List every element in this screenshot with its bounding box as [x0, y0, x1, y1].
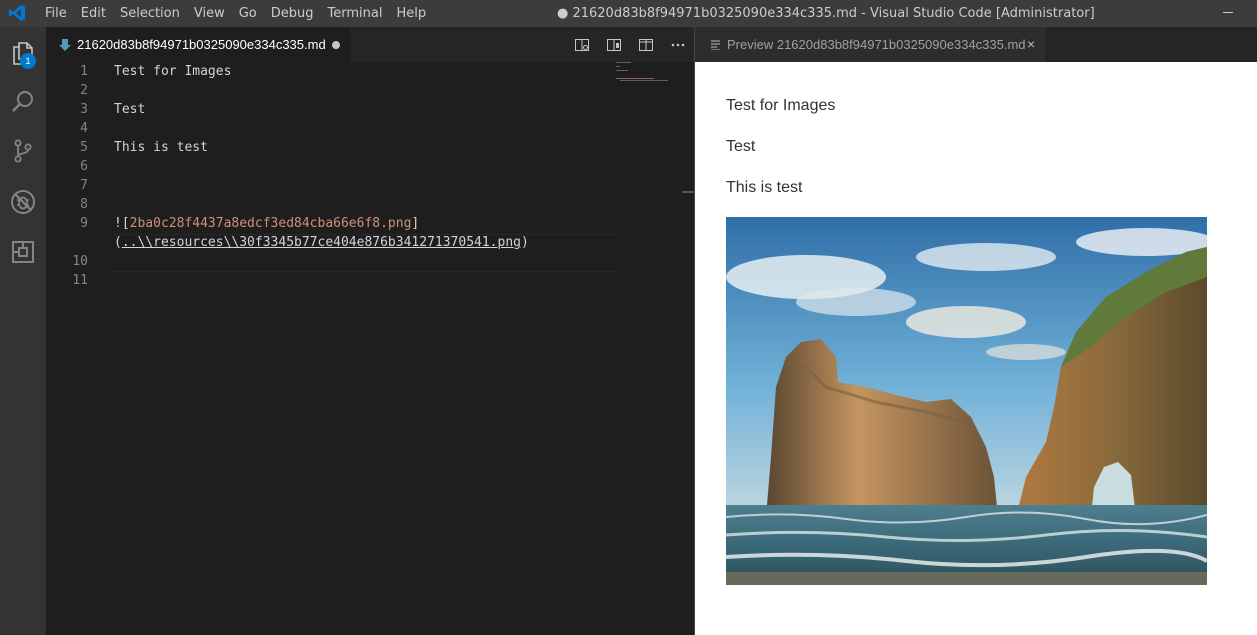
more-icon [671, 43, 685, 46]
editor-tab[interactable]: 21620d83b8f94971b0325090e334c335.md [46, 27, 350, 62]
menu-edit[interactable]: Edit [74, 0, 113, 27]
editor-line: 10 [46, 252, 616, 271]
image-path-link[interactable]: ..\\resources\\30f3345b77ce404e876b34127… [122, 235, 521, 250]
debug-icon [11, 190, 35, 214]
editor-actions [566, 27, 694, 62]
split-editor-icon [639, 38, 653, 51]
search-button[interactable] [0, 78, 46, 126]
minimap[interactable] [616, 62, 680, 102]
menu-go[interactable]: Go [232, 0, 264, 27]
line-number: 3 [80, 102, 88, 117]
image-syntax-open: ![ [114, 216, 130, 231]
editor-line: 2 [46, 81, 616, 100]
editor-line: 7 [46, 176, 616, 195]
preview-tab-label: Preview 21620d83b8f94971b0325090e334c335… [727, 37, 1026, 52]
close-icon[interactable]: × [1027, 36, 1035, 52]
line-number: 11 [72, 273, 88, 288]
line-text: Test [114, 102, 146, 117]
editor-line: 9 ![2ba0c28f4437a8edcf3ed84cba66e6f8.png… [46, 214, 616, 233]
menu-file[interactable]: File [38, 0, 74, 27]
preview-side-button[interactable] [598, 27, 630, 62]
line-text: Test for Images [114, 64, 232, 79]
menu-terminal[interactable]: Terminal [321, 0, 390, 27]
activity-bar: 1 [0, 27, 46, 635]
editor-line: 3 Test [46, 100, 616, 119]
editor-line: 1 Test for Images [46, 62, 616, 81]
menu-help[interactable]: Help [389, 0, 433, 27]
unsaved-dot-icon[interactable] [332, 41, 340, 49]
line-number: 2 [80, 83, 88, 98]
line-number: 7 [80, 178, 88, 193]
editor-line: 11 [46, 271, 616, 290]
source-control-icon [14, 139, 32, 163]
preview-side-icon [607, 38, 621, 51]
paren-close: ) [521, 235, 529, 250]
preview-icon [711, 39, 720, 50]
line-number: 10 [72, 254, 88, 269]
open-preview-icon [575, 38, 589, 51]
menu-bar: File Edit Selection View Go Debug Termin… [38, 0, 433, 27]
line-number: 1 [80, 64, 88, 79]
title-bar: File Edit Selection View Go Debug Termin… [0, 0, 1257, 27]
split-editor-button[interactable] [630, 27, 662, 62]
preview-paragraph: Test [726, 138, 756, 155]
search-icon [12, 91, 33, 112]
editor-line: 6 [46, 157, 616, 176]
preview-tab-bar: Preview 21620d83b8f94971b0325090e334c335… [695, 27, 1257, 62]
debug-button[interactable] [0, 178, 46, 226]
menu-debug[interactable]: Debug [264, 0, 321, 27]
editor-tab-bar: 21620d83b8f94971b0325090e334c335.md [46, 27, 694, 62]
line-number: 8 [80, 197, 88, 212]
line-text: This is test [114, 140, 208, 155]
line-number: 6 [80, 159, 88, 174]
markdown-file-icon [59, 38, 71, 51]
line-text: (..\\resources\\30f3345b77ce404e876b3412… [114, 233, 529, 252]
line-number: 5 [80, 140, 88, 155]
more-actions-button[interactable] [662, 27, 694, 62]
minimize-button[interactable] [1223, 12, 1233, 13]
preview-paragraph: This is test [726, 179, 803, 196]
open-preview-button[interactable] [566, 27, 598, 62]
editor-line: 4 [46, 119, 616, 138]
preview-tab[interactable]: Preview 21620d83b8f94971b0325090e334c335… [695, 27, 1045, 62]
markdown-preview: Test for Images Test This is test [695, 62, 1257, 635]
vscode-logo-icon [9, 5, 25, 21]
image-alt-text: 2ba0c28f4437a8edcf3ed84cba66e6f8.png [129, 216, 412, 231]
menu-selection[interactable]: Selection [113, 0, 187, 27]
editor-line: 5 This is test [46, 138, 616, 157]
editor-wrapped-line: (..\\resources\\30f3345b77ce404e876b3412… [46, 233, 616, 252]
editor-line: 8 [46, 195, 616, 214]
code-editor[interactable]: 1 Test for Images 2 3 Test 4 5 This is t… [46, 62, 694, 635]
image-syntax-close: ] [411, 216, 420, 231]
line-number: 9 [80, 216, 88, 231]
editor-tab-label: 21620d83b8f94971b0325090e334c335.md [77, 37, 326, 52]
preview-image [726, 217, 1207, 585]
scrollbar-position-marker[interactable] [682, 191, 694, 193]
extensions-button[interactable] [0, 228, 46, 276]
source-control-button[interactable] [0, 127, 46, 175]
explorer-badge: 1 [20, 53, 36, 69]
extensions-icon [12, 241, 34, 263]
paren-open: ( [114, 235, 122, 250]
line-text: ![2ba0c28f4437a8edcf3ed84cba66e6f8.png] [114, 214, 419, 233]
preview-paragraph: Test for Images [726, 97, 836, 114]
menu-view[interactable]: View [187, 0, 232, 27]
window-title: ● 21620d83b8f94971b0325090e334c335.md - … [557, 6, 1095, 21]
line-number: 4 [80, 121, 88, 136]
explorer-button[interactable]: 1 [0, 29, 46, 77]
